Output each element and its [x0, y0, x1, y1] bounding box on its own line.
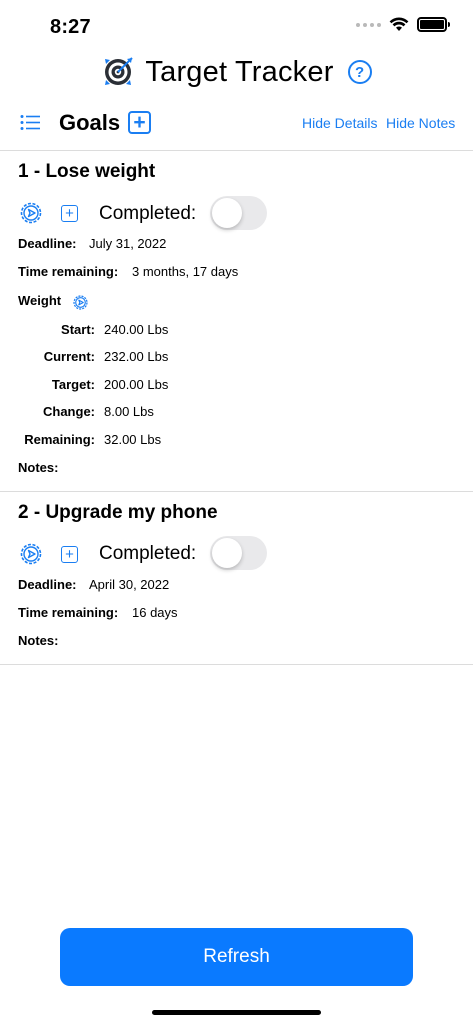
time-remaining-value: 16 days [132, 605, 178, 620]
metric-target-value: 200.00 Lbs [104, 377, 169, 392]
metric-remaining-value: 32.00 Lbs [104, 432, 162, 447]
hide-notes-button[interactable]: Hide Notes [386, 115, 455, 131]
gear-icon[interactable] [73, 295, 88, 310]
time-remaining-value: 3 months, 17 days [132, 264, 239, 279]
completed-toggle[interactable] [210, 196, 267, 230]
metric-name: Weight [18, 293, 62, 308]
metric-current-value: 232.00 Lbs [104, 349, 169, 364]
metric-change-label: Change: [43, 404, 95, 419]
plus-square-icon: + [133, 111, 146, 134]
metric-start-value: 240.00 Lbs [104, 322, 169, 337]
target-icon [105, 57, 134, 85]
add-metric-button[interactable]: + [61, 205, 78, 222]
metric-change-value: 8.00 Lbs [104, 404, 154, 419]
status-time: 8:27 [50, 16, 91, 38]
plus-square-icon: + [65, 546, 74, 563]
divider [0, 664, 473, 665]
metric-start-label: Start: [61, 322, 95, 337]
deadline-label: Deadline: [18, 236, 77, 251]
goal-title: 2 - Upgrade my phone [18, 502, 218, 523]
completed-label: Completed: [99, 203, 197, 224]
metric-remaining-label: Remaining: [24, 432, 95, 447]
app-title: Target Tracker [145, 55, 334, 88]
hide-details-button[interactable]: Hide Details [302, 115, 377, 131]
battery-icon [417, 17, 450, 32]
gear-icon[interactable] [20, 543, 42, 565]
add-metric-button[interactable]: + [61, 546, 78, 563]
metric-target-label: Target: [51, 377, 95, 392]
goals-title: Goals [59, 110, 121, 135]
time-remaining-label: Time remaining: [18, 264, 119, 279]
status-bar: 8:27 [0, 0, 473, 52]
notes-label: Notes: [18, 460, 59, 475]
goals-toolbar: Goals + Hide Details Hide Notes [0, 104, 473, 142]
app-header: Target Tracker ? [0, 52, 473, 92]
completed-label: Completed: [99, 543, 197, 564]
home-indicator [152, 1010, 321, 1015]
gear-icon[interactable] [20, 202, 42, 224]
metric-current-label: Current: [43, 349, 95, 364]
refresh-button[interactable]: Refresh [60, 928, 413, 986]
help-button[interactable]: ? [347, 60, 372, 84]
wifi-icon [389, 17, 409, 31]
list-icon[interactable] [20, 114, 40, 131]
status-icons [356, 17, 450, 32]
plus-square-icon: + [65, 205, 74, 222]
goal-title: 1 - Lose weight [18, 161, 156, 182]
deadline-value: April 30, 2022 [89, 577, 170, 592]
notes-label: Notes: [18, 633, 59, 648]
deadline-value: July 31, 2022 [89, 236, 167, 251]
cellular-signal-icon [356, 22, 381, 27]
divider [0, 150, 473, 151]
completed-toggle[interactable] [210, 536, 267, 570]
divider [0, 491, 473, 492]
time-remaining-label: Time remaining: [18, 605, 119, 620]
deadline-label: Deadline: [18, 577, 77, 592]
add-goal-button[interactable]: + [128, 111, 151, 134]
question-circle-icon: ? [354, 63, 365, 81]
